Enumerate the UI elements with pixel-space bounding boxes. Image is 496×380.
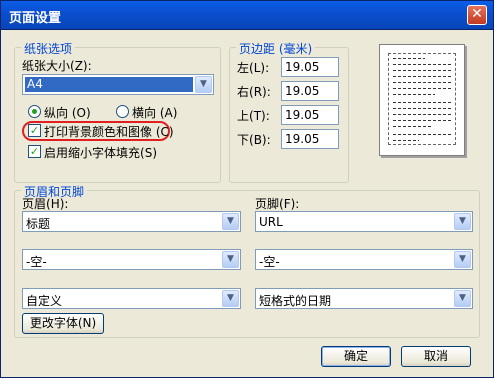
ok-label: 确定 <box>343 349 368 363</box>
ok-button[interactable]: 确定 <box>321 346 391 367</box>
preview-line <box>393 70 451 71</box>
chevron-down-icon[interactable]: ▼ <box>222 213 239 230</box>
chevron-down-icon[interactable]: ▼ <box>454 290 471 307</box>
margin-left-value: 19.05 <box>285 60 320 74</box>
header-select-1-value: 标题 <box>26 217 51 231</box>
footer-select-3-value: 短格式的日期 <box>259 294 332 308</box>
footer-select-2-value: -空- <box>259 255 280 269</box>
preview-line <box>393 76 451 77</box>
chevron-down-icon[interactable]: ▼ <box>195 76 212 93</box>
preview-line <box>393 94 435 95</box>
preview-line <box>393 82 451 83</box>
chevron-down-icon[interactable]: ▼ <box>454 213 471 230</box>
header-label: 页眉(H): <box>22 197 69 211</box>
footer-label: 页脚(F): <box>255 197 300 211</box>
header-select-2-value: -空- <box>26 255 47 269</box>
preview-line <box>393 114 451 115</box>
preview-line <box>393 126 431 127</box>
cancel-label: 取消 <box>423 349 448 363</box>
margin-top-input[interactable]: 19.05 <box>281 105 339 125</box>
title-bar: 页面设置 ✕ <box>1 1 493 30</box>
radio-selected-dot <box>32 109 37 114</box>
footer-select-1-value: URL <box>259 215 283 229</box>
preview-line <box>393 58 425 59</box>
header-select-3-value: 自定义 <box>26 294 63 308</box>
preview-line <box>393 64 451 65</box>
margin-bottom-value: 19.05 <box>285 132 320 146</box>
margin-top-value: 19.05 <box>285 108 320 122</box>
print-background-checkbox[interactable]: ✓ <box>28 124 41 137</box>
footer-select-2[interactable]: -空- ▼ <box>255 249 473 270</box>
chevron-down-icon[interactable]: ▼ <box>454 251 471 268</box>
margin-bottom-input[interactable]: 19.05 <box>281 129 339 149</box>
landscape-label[interactable]: 横向 (A) <box>132 104 177 121</box>
footer-select-1[interactable]: URL ▼ <box>255 211 473 232</box>
print-background-label[interactable]: 打印背景颜色和图像 (C) <box>44 123 174 140</box>
preview-line <box>393 102 451 103</box>
change-font-label: 更改字体 <box>29 316 78 330</box>
header-select-2[interactable]: -空- ▼ <box>22 249 241 270</box>
window-title: 页面设置 <box>9 11 62 26</box>
preview-line <box>393 120 451 121</box>
dialog-content: 纸张选项 纸张大小(Z): A4 ▼ 纵向 (O) 横向 (A) ✓ 打印背景颜… <box>1 30 493 377</box>
paper-size-value: A4 <box>25 77 193 92</box>
portrait-label[interactable]: 纵向 (O) <box>44 104 91 121</box>
shrink-to-fit-label[interactable]: 启用缩小字体填充(S) <box>44 144 157 161</box>
close-button[interactable]: ✕ <box>467 5 487 25</box>
preview-line <box>393 134 451 135</box>
margin-right-input[interactable]: 19.05 <box>281 81 339 101</box>
margin-right-value: 19.05 <box>285 84 320 98</box>
page-preview <box>379 44 465 156</box>
margin-bottom-label: 下(B): <box>237 133 271 147</box>
portrait-radio[interactable] <box>28 105 41 118</box>
chevron-down-icon[interactable]: ▼ <box>222 290 239 307</box>
change-font-button[interactable]: 更改字体(N) <box>22 313 104 334</box>
preview-line <box>393 108 451 109</box>
change-font-key: (N) <box>77 316 97 330</box>
landscape-radio[interactable] <box>116 105 129 118</box>
header-select-1[interactable]: 标题 ▼ <box>22 211 241 232</box>
paper-size-label: 纸张大小(Z): <box>22 59 92 73</box>
chevron-down-icon[interactable]: ▼ <box>222 251 239 268</box>
margin-left-input[interactable]: 19.05 <box>281 57 339 77</box>
margin-top-label: 上(T): <box>237 109 270 123</box>
margin-left-label: 左(L): <box>237 61 270 75</box>
shrink-to-fit-checkbox[interactable]: ✓ <box>28 145 41 158</box>
margin-right-label: 右(R): <box>237 85 271 99</box>
preview-margins <box>388 53 456 145</box>
footer-select-3[interactable]: 短格式的日期 ▼ <box>255 288 473 309</box>
close-icon: ✕ <box>471 6 483 22</box>
preview-line <box>393 88 451 89</box>
header-select-3[interactable]: 自定义 ▼ <box>22 288 241 309</box>
paper-size-select[interactable]: A4 ▼ <box>22 74 214 95</box>
page-setup-dialog: 页面设置 ✕ 纸张选项 纸张大小(Z): A4 ▼ 纵向 (O) 横向 (A) … <box>0 0 494 378</box>
paper-options-legend: 纸张选项 <box>21 40 76 57</box>
preview-line <box>393 140 419 141</box>
margins-legend: 页边距 (毫米) <box>236 40 316 57</box>
cancel-button[interactable]: 取消 <box>401 346 471 367</box>
